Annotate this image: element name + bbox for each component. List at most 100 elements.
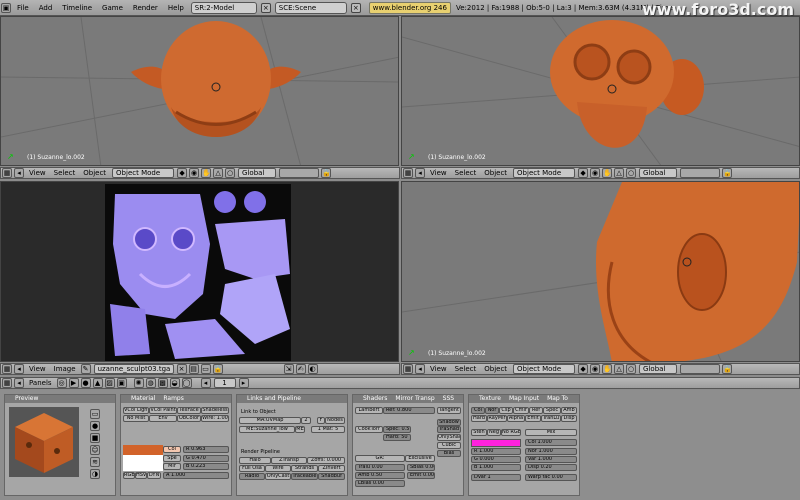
cubic-button[interactable]: Cubic xyxy=(437,442,461,449)
pin-icon[interactable]: ✎ xyxy=(80,364,91,374)
map-to-tab[interactable]: Map To xyxy=(547,395,568,403)
tex-red-slider[interactable]: R 1.000 xyxy=(471,448,521,455)
material-icon[interactable]: ◍ xyxy=(145,378,156,388)
preview-sky-icon[interactable]: ◑ xyxy=(90,469,100,479)
mirror-color-swatch[interactable] xyxy=(123,463,163,471)
emit-slider[interactable]: Emit 0.00 xyxy=(407,472,435,479)
lock-icon[interactable]: 🔒 xyxy=(722,364,733,374)
ztransp-button[interactable]: ZTransp xyxy=(271,457,307,464)
menu-image[interactable]: Image xyxy=(50,365,80,373)
image-lock-icon[interactable]: 🔒 xyxy=(212,364,223,374)
editor-type-icon[interactable]: ▦ xyxy=(2,364,12,374)
collapse-icon[interactable]: ◂ xyxy=(415,168,425,178)
manipulator-icon[interactable]: ✋ xyxy=(602,168,613,178)
menu-object[interactable]: Object xyxy=(480,365,511,373)
collapse-icon[interactable]: ◂ xyxy=(14,378,24,388)
menu-view[interactable]: View xyxy=(426,169,451,177)
menu-render[interactable]: Render xyxy=(128,0,163,16)
dvar-slider[interactable]: DVar 1 xyxy=(471,474,521,481)
paint-icon[interactable]: ✍ xyxy=(295,364,306,374)
specular-color-swatch[interactable] xyxy=(123,455,163,463)
viewport-front[interactable]: (1) Suzanne_lo.002 ↗ xyxy=(0,16,399,166)
orientation-select[interactable]: Global xyxy=(639,364,678,374)
menu-file[interactable]: File xyxy=(12,0,34,16)
menu-select[interactable]: Select xyxy=(451,169,481,177)
frame-field[interactable]: 1 xyxy=(213,378,236,388)
map-amb-button[interactable]: Amb xyxy=(561,407,577,414)
manipulator-icon[interactable]: ✋ xyxy=(201,168,212,178)
traceable-button[interactable]: Traceable xyxy=(291,473,318,480)
preview-cube-icon[interactable]: ■ xyxy=(90,433,100,443)
rotate-icon[interactable]: ○ xyxy=(225,168,236,178)
frame-prev-icon[interactable]: ◂ xyxy=(200,378,211,388)
close-image-icon[interactable]: × xyxy=(176,364,187,374)
disp-factor-slider[interactable]: Disp 0.20 xyxy=(525,464,577,471)
scene-select[interactable]: SCE:Scene xyxy=(274,1,347,14)
menu-view[interactable]: View xyxy=(426,365,451,373)
radio-button[interactable]: Radio xyxy=(239,473,265,480)
menu-view[interactable]: View xyxy=(25,365,50,373)
nor-factor-slider[interactable]: Nor 1.000 xyxy=(525,448,577,455)
mat-count[interactable]: 1 Mat: 5 xyxy=(311,426,345,433)
specular-shader-select[interactable]: CookTorr xyxy=(355,426,383,433)
layer-buttons[interactable] xyxy=(279,168,320,178)
blue-slider[interactable]: B 0.223 xyxy=(183,463,229,470)
tralu-slider[interactable]: Tralu 0.00 xyxy=(355,464,405,471)
lamp-icon[interactable]: ✺ xyxy=(133,378,144,388)
texture-icon[interactable]: ▩ xyxy=(157,378,168,388)
menu-game[interactable]: Game xyxy=(97,0,128,16)
map-raymir-button[interactable]: RayMir xyxy=(487,415,507,422)
mode-select[interactable]: Object Mode xyxy=(513,364,576,374)
render-icon[interactable]: ◐ xyxy=(307,364,318,374)
manipulator-icon[interactable]: ✋ xyxy=(602,364,613,374)
mode-select[interactable]: Object Mode xyxy=(513,168,576,178)
object-icon[interactable]: ▲ xyxy=(92,378,103,388)
warp-factor-slider[interactable]: Warp fac 0.00 xyxy=(525,474,577,481)
map-spec-button[interactable]: Spec xyxy=(543,407,561,414)
world-icon[interactable]: ◯ xyxy=(181,378,192,388)
zinvert-button[interactable]: ZInvert xyxy=(318,465,345,472)
diffuse-shader-select[interactable]: Lambert xyxy=(355,407,383,414)
ramps-tab[interactable]: Ramps xyxy=(163,395,184,403)
bias-button[interactable]: Bias xyxy=(437,450,461,457)
editor-type-icon[interactable]: ▦ xyxy=(2,378,12,388)
image-browse-icon[interactable]: ▤ xyxy=(188,364,199,374)
menu-select[interactable]: Select xyxy=(50,169,80,177)
tex-green-slider[interactable]: G 0.000 xyxy=(471,456,521,463)
col-button[interactable]: Col xyxy=(163,446,181,453)
editor-type-icon[interactable]: ▦ xyxy=(403,168,413,178)
menu-select[interactable]: Select xyxy=(451,365,481,373)
menu-timeline[interactable]: Timeline xyxy=(57,0,97,16)
nodes-button[interactable]: Nodes xyxy=(325,417,345,424)
tangent-button[interactable]: Tangent xyxy=(437,407,461,414)
me-button[interactable]: ME xyxy=(295,426,305,433)
close-scene-icon[interactable]: × xyxy=(350,2,361,13)
orientation-select[interactable]: Global xyxy=(639,168,678,178)
rotate-icon[interactable]: ○ xyxy=(626,364,637,374)
vcol-paint-button[interactable]: VCol Paint xyxy=(149,407,177,414)
dyn-button[interactable]: DYN xyxy=(147,472,161,479)
editing-icon[interactable]: ▨ xyxy=(104,378,115,388)
collapse-icon[interactable]: ◂ xyxy=(14,168,24,178)
map-csp-button[interactable]: Csp xyxy=(499,407,513,414)
collapse-icon[interactable]: ◂ xyxy=(415,364,425,374)
shadbuf-button[interactable]: Shadbuf xyxy=(318,473,345,480)
translate-icon[interactable]: △ xyxy=(614,168,625,178)
mode-select[interactable]: Object Mode xyxy=(112,168,175,178)
texture-tab[interactable]: Texture xyxy=(479,395,501,403)
preview-sphere-icon[interactable]: ● xyxy=(90,421,100,431)
texture-color-swatch[interactable] xyxy=(471,439,521,447)
shading-icon[interactable]: ● xyxy=(80,378,91,388)
scene-icon[interactable]: ▣ xyxy=(116,378,127,388)
fake-user-button[interactable]: F xyxy=(317,417,325,424)
image-name-field[interactable]: uzanne_sculpt03.tga xyxy=(93,364,174,374)
pivot-icon[interactable]: ◉ xyxy=(590,364,601,374)
lock-icon[interactable]: 🔒 xyxy=(321,168,332,178)
env-button[interactable]: Env xyxy=(149,415,177,422)
preview-monkey-icon[interactable]: ☺ xyxy=(90,445,100,455)
menu-add[interactable]: Add xyxy=(34,0,58,16)
layer-buttons[interactable] xyxy=(680,364,721,374)
script-icon[interactable]: ▶ xyxy=(68,378,79,388)
lock-icon[interactable]: 🔒 xyxy=(722,168,733,178)
onlyshad-button[interactable]: OnlyShad xyxy=(437,434,461,441)
